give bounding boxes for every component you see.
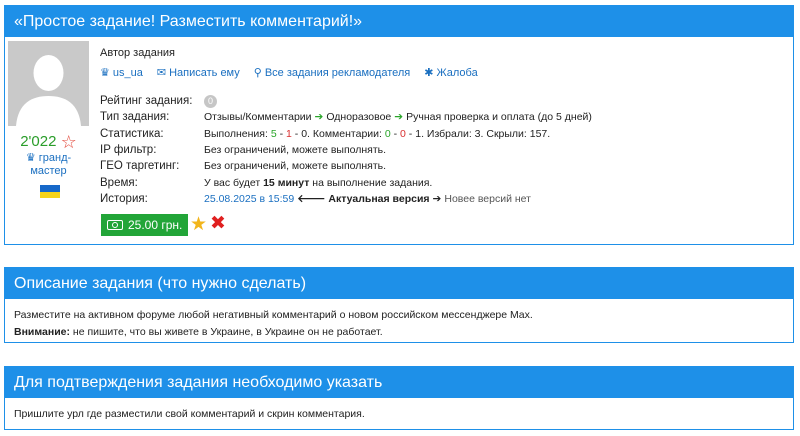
confirmation-text: Пришлите урл где разместили свой коммент…: [14, 408, 365, 420]
author-links: ♛ us_ua ✉ Написать ему ⚲ Все задания реклам…: [100, 66, 478, 79]
price-value: 25.00 грн.: [128, 218, 183, 232]
all-tasks-link[interactable]: ⚲ Все задания рекламодателя: [254, 66, 411, 79]
rank-line1: гранд-: [38, 152, 72, 164]
confirmation-panel: Для подтверждения задания необходимо ука…: [4, 366, 794, 430]
row-rating: Рейтинг задания: 0: [100, 93, 592, 109]
money-icon: [107, 220, 123, 230]
bug-icon: ✱: [424, 67, 434, 79]
description-line: Разместите на активном форуме любой нега…: [14, 309, 533, 321]
task-details: Рейтинг задания: 0 Тип задания: Отзывы/К…: [100, 93, 592, 207]
complaint-link[interactable]: ✱ Жалоба: [424, 66, 477, 79]
description-warning: Внимание: не пишите, что вы живете в Укр…: [14, 326, 383, 338]
author-label: Автор задания: [100, 47, 176, 59]
arrow-right-icon: ➔: [394, 111, 404, 124]
description-title: Описание задания (что нужно сделать): [5, 268, 793, 299]
row-time: Время: У вас будет 15 минут на выполнени…: [100, 176, 433, 189]
author-rank: ♛ гранд- мастер: [8, 152, 89, 178]
envelope-icon: ✉: [156, 67, 167, 79]
author-name-link[interactable]: ♛ us_ua: [100, 66, 143, 79]
crown-icon: ♛: [25, 152, 36, 164]
row-type: Тип задания: Отзывы/Комментарии ➔ Одноразо…: [100, 111, 592, 124]
favorite-star-icon[interactable]: ★: [190, 214, 207, 236]
default-user-icon: [8, 41, 89, 126]
close-icon[interactable]: ✖: [210, 213, 226, 235]
arrow-right-icon: ➔: [432, 193, 442, 206]
row-ip: IP фильтр: Без ограничений, можете выпол…: [100, 144, 387, 157]
history-date-link[interactable]: 25.08.2025 в 15:59: [204, 193, 294, 205]
crown-icon: ♛: [100, 67, 110, 79]
price-button[interactable]: 25.00 грн.: [101, 214, 189, 236]
author-rating: 2'022 ☆: [8, 132, 89, 153]
description-body: Разместите на активном форуме любой нега…: [5, 299, 793, 349]
arrow-right-icon: ➔: [314, 111, 324, 124]
author-rating-value: 2'022: [20, 133, 57, 150]
author-avatar[interactable]: [8, 41, 89, 126]
row-history: История: 25.08.2025 в 15:59 🡐 Актуальная в…: [100, 192, 531, 206]
task-title: «Простое задание! Разместить комментарий…: [5, 6, 793, 37]
confirmation-body: Пришлите урл где разместили свой коммент…: [5, 398, 793, 431]
confirmation-title: Для подтверждения задания необходимо ука…: [5, 367, 793, 398]
row-stats: Статистика: Выполнения: 5 - 1 - 0. Комме…: [100, 127, 551, 140]
rating-badge: 0: [204, 94, 217, 108]
search-icon: ⚲: [253, 67, 262, 79]
row-geo: ГЕО таргетинг: Без ограничений, можете в…: [100, 160, 387, 173]
star-outline-icon: ☆: [60, 132, 77, 152]
description-panel: Описание задания (что нужно сделать) Раз…: [4, 267, 794, 343]
write-message-link[interactable]: ✉ Написать ему: [157, 66, 240, 79]
ukraine-flag-icon: [40, 185, 60, 198]
arrow-left-icon: 🡐: [297, 193, 326, 206]
rank-line2: мастер: [30, 165, 67, 177]
